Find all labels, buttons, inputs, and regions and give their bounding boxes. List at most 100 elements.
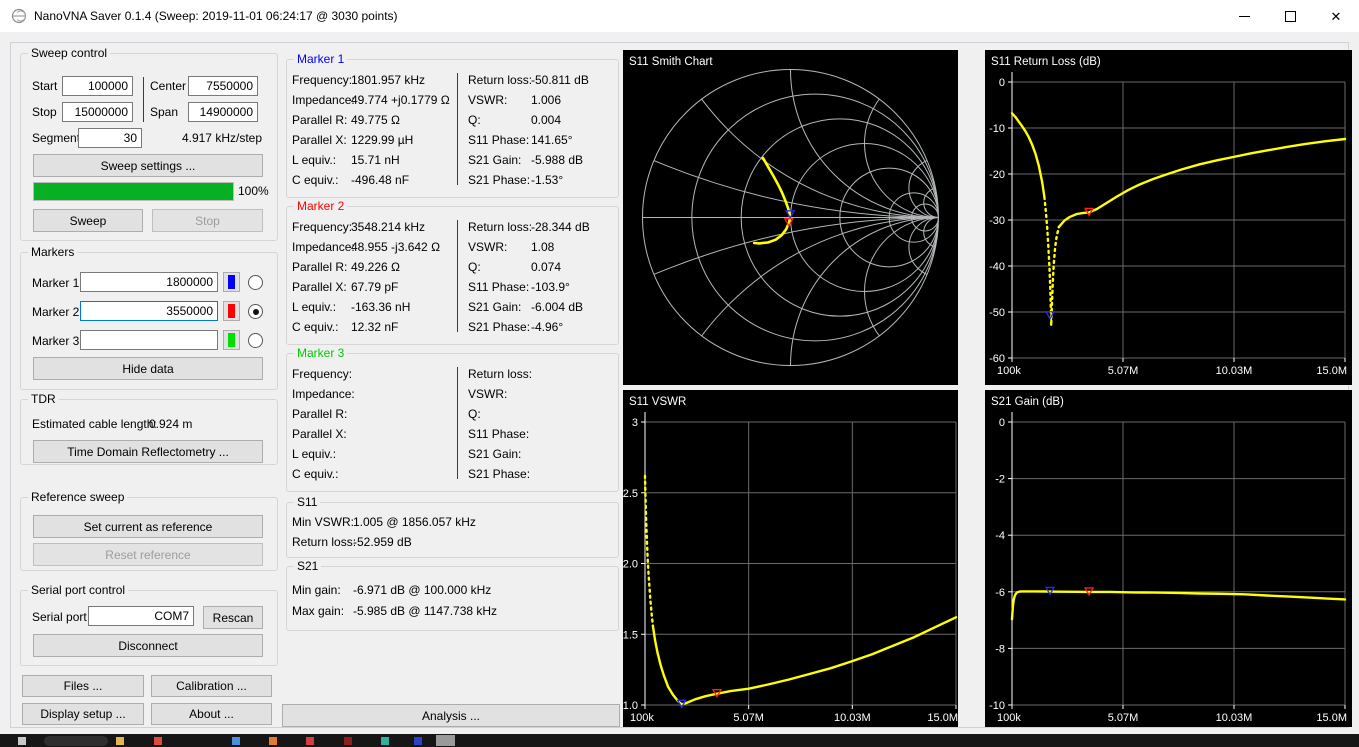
trace [651, 616, 958, 706]
close-button[interactable]: ✕ [1313, 0, 1359, 32]
hide-data-button[interactable]: Hide data [33, 357, 263, 380]
field-value: 49.774 +j0.1779 Ω [351, 93, 450, 107]
rl-chart-canvas[interactable]: 0 -10 -20 -30 -40 -50 -60100k 5.07M 10.03M 15.0M S… [985, 50, 1352, 385]
maximize-button[interactable] [1267, 0, 1313, 32]
cable-length-value: 0.924 m [149, 417, 193, 431]
field-label: L equiv.: [292, 300, 337, 314]
field-label: Parallel R: [292, 113, 348, 127]
files-button[interactable]: Files ... [22, 675, 144, 697]
marker3-color-button[interactable] [223, 330, 240, 350]
disconnect-button[interactable]: Disconnect [33, 634, 263, 657]
display-setup-button[interactable]: Display setup ... [22, 703, 144, 725]
taskbar-icon[interactable] [18, 737, 26, 745]
field-label: Parallel R: [292, 407, 348, 421]
taskbar-icon[interactable] [269, 737, 277, 745]
field-value: -28.344 dB [531, 220, 590, 234]
marker-panel-title: Marker 2 [294, 199, 348, 213]
taskbar-icon[interactable] [414, 737, 422, 745]
taskbar-icon[interactable] [116, 737, 124, 745]
field-label: L equiv.: [292, 447, 337, 461]
stop-input[interactable] [62, 102, 133, 122]
marker3-radio[interactable] [248, 333, 263, 348]
marker2-radio[interactable] [248, 304, 263, 319]
segments-input[interactable] [78, 128, 142, 148]
taskbar-active-window[interactable] [436, 735, 455, 746]
chart-title: S11 VSWR [629, 396, 686, 408]
taskbar-icon[interactable] [154, 737, 162, 745]
stop-label: Stop [32, 105, 57, 119]
marker1-input[interactable] [80, 272, 218, 292]
field-label: Max gain: [292, 604, 345, 618]
serial-port-input[interactable] [88, 606, 194, 626]
field-label: Return loss: [468, 220, 533, 234]
x-axis-label: 15.0M [1316, 712, 1347, 724]
marker1-color-button[interactable] [223, 272, 240, 292]
start-input[interactable] [62, 76, 133, 96]
field-value: 1.006 [531, 93, 562, 107]
about-button[interactable]: About ... [151, 703, 272, 725]
field-label: Q: [468, 113, 481, 127]
s11-vswr-chart[interactable]: 3 2.5 2.0 1.5 1.0 100k 5.07M 10.03M 15.0M S11 VSW… [623, 390, 958, 727]
field-value: 49.226 Ω [351, 260, 401, 274]
y-axis-label: 2.5 [623, 488, 638, 500]
smith-chart-canvas[interactable]: S11 Smith Chart [623, 50, 958, 385]
x-axis-label: 5.07M [1108, 365, 1139, 377]
analysis-button[interactable]: Analysis ... [282, 704, 620, 727]
field-value: -6.971 dB @ 100.000 kHz [353, 583, 492, 597]
divider [143, 77, 144, 122]
vswr-chart-canvas[interactable]: 3 2.5 2.0 1.5 1.0100k 5.07M 10.03M 15.0M S11 VSW… [623, 390, 958, 727]
taskbar-icon[interactable] [344, 737, 352, 745]
field-label: Frequency: [292, 220, 353, 234]
y-axis-label: -8 [995, 643, 1005, 655]
taskbar-search-box[interactable] [44, 736, 108, 746]
stop-button[interactable]: Stop [152, 209, 263, 232]
calibration-button[interactable]: Calibration ... [151, 675, 272, 697]
marker2-input[interactable] [80, 301, 218, 321]
sweep-button[interactable]: Sweep [33, 209, 143, 232]
s11-smith-chart[interactable]: S11 Smith Chart [623, 50, 958, 385]
window-title: NanoVNA Saver 0.1.4 (Sweep: 2019-11-01 0… [34, 9, 398, 23]
marker2-color [228, 304, 235, 318]
field-label: S11 Phase: [468, 280, 530, 294]
minimize-button[interactable] [1221, 0, 1267, 32]
marker-info-panel: Marker 2 Frequency: 3548.214 kHz Impedance:… [286, 199, 619, 345]
set-reference-button[interactable]: Set current as reference [33, 515, 263, 538]
field-label: Parallel X: [292, 133, 347, 147]
x-axis-label: 100k [997, 712, 1021, 724]
y-axis-label: -10 [989, 700, 1005, 712]
field-label: VSWR: [468, 387, 508, 401]
divider [457, 73, 458, 185]
marker1-radio[interactable] [248, 275, 263, 290]
x-axis-label: 15.0M [927, 712, 958, 724]
rescan-button[interactable]: Rescan [203, 606, 263, 629]
taskbar[interactable] [0, 734, 1359, 747]
taskbar-icon[interactable] [232, 737, 240, 745]
s21-gain-chart[interactable]: 0 -2 -4 -6 -8 -10 100k 5.07M 10.03M 15.0M S21 Gain… [985, 390, 1352, 727]
marker-info-panel: Marker 3 Frequency: Impedance: Parallel R: P… [286, 346, 619, 492]
s21-chart-canvas[interactable]: 0 -2 -4 -6 -8 -10100k 5.07M 10.03M 15.0M S21 Gain… [985, 390, 1352, 727]
field-label: Impedance: [292, 240, 355, 254]
y-axis-label: 1.0 [623, 700, 638, 712]
sweep-settings-button[interactable]: Sweep settings ... [33, 154, 263, 177]
span-input[interactable] [188, 102, 258, 122]
divider [457, 367, 458, 479]
marker2-color-button[interactable] [223, 301, 240, 321]
close-icon: ✕ [1330, 8, 1342, 24]
field-label: Return loss: [292, 535, 357, 549]
s11-return-loss-chart[interactable]: 0 -10 -20 -30 -40 -50 -60 100k 5.07M 10.03M 15.0M S… [985, 50, 1352, 385]
field-label: S11 Phase: [468, 427, 530, 441]
field-label: S21 Phase: [468, 467, 531, 481]
taskbar-icon[interactable] [381, 737, 389, 745]
marker3-input[interactable] [80, 330, 218, 350]
center-label: Center [150, 79, 187, 93]
field-label: VSWR: [468, 93, 508, 107]
field-value: -1.53° [531, 173, 564, 187]
center-input[interactable] [188, 76, 258, 96]
minimize-icon [1238, 15, 1250, 17]
tdr-button[interactable]: Time Domain Reflectometry ... [33, 440, 263, 463]
group-title: Serial port control [28, 583, 129, 597]
taskbar-icon[interactable] [306, 737, 314, 745]
field-label: Min gain: [292, 583, 341, 597]
field-label: Impedance: [292, 93, 355, 107]
reset-reference-button[interactable]: Reset reference [33, 543, 263, 566]
